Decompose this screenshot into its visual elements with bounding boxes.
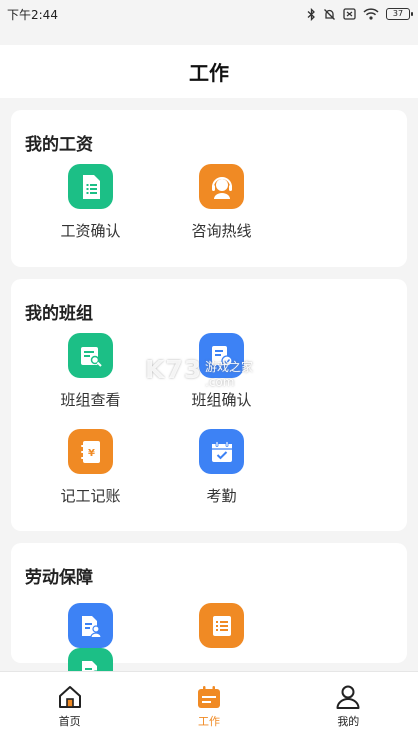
section-grid: 班组查看 班组确认 ¥ 记工记账 考勤 — [25, 325, 393, 531]
labor-item-2-button[interactable] — [156, 603, 287, 648]
team-confirm-button[interactable]: 班组确认 — [156, 333, 287, 410]
section-my-team: 我的班组 班组查看 班组确认 ¥ 记工记账 考勤 — [11, 279, 407, 531]
battery-level: 37 — [392, 9, 404, 18]
calendar-icon — [197, 686, 220, 708]
section-grid: ¥ — [25, 589, 393, 671]
home-icon — [58, 686, 81, 708]
item-label: 考勤 — [206, 487, 237, 505]
view-document-icon — [68, 333, 113, 378]
section-my-salary: 我的工资 工资确认 咨询热线 — [11, 110, 407, 267]
headset-icon — [199, 164, 244, 209]
item-label: 记工记账 — [60, 487, 121, 505]
item-label: 工资确认 — [60, 222, 121, 240]
list-icon — [199, 603, 244, 648]
calendar-check-icon — [199, 429, 244, 474]
section-title: 劳动保障 — [25, 568, 93, 588]
nav-home[interactable]: 首页 — [20, 684, 120, 729]
mute-bell-icon — [324, 8, 335, 20]
labor-item-3-button[interactable]: ¥ — [25, 648, 156, 671]
hotline-button[interactable]: 咨询热线 — [156, 164, 287, 241]
status-icons: 37 — [307, 7, 413, 21]
svg-text:¥: ¥ — [88, 448, 95, 459]
document-person-icon — [68, 603, 113, 648]
bluetooth-icon — [307, 7, 315, 21]
page-title: 工作 — [189, 61, 229, 85]
user-icon — [336, 685, 360, 709]
document-money-icon: ¥ — [68, 648, 113, 671]
status-bar: 下午2:44 37 — [0, 0, 418, 28]
attendance-button[interactable]: 考勤 — [156, 429, 287, 506]
section-title: 我的班组 — [25, 304, 93, 324]
work-ledger-button[interactable]: ¥ 记工记账 — [25, 429, 156, 506]
nav-label: 我的 — [337, 715, 360, 728]
status-gap — [0, 28, 418, 45]
salary-confirm-button[interactable]: 工资确认 — [25, 164, 156, 241]
item-label: 班组查看 — [60, 391, 121, 409]
item-label: 班组确认 — [191, 391, 252, 409]
section-grid: 工资确认 咨询热线 — [25, 156, 393, 267]
confirm-document-icon — [199, 333, 244, 378]
page-title-bar: 工作 — [0, 45, 418, 98]
nav-mine[interactable]: 我的 — [298, 684, 398, 729]
work-content[interactable]: 我的工资 工资确认 咨询热线 我的班组 班组查看 班组确认 ¥ 记工记账 考勤 … — [0, 98, 418, 671]
labor-item-1-button[interactable] — [25, 603, 156, 648]
bottom-nav: 首页 工作 我的 — [0, 671, 418, 750]
status-time: 下午2:44 — [7, 7, 58, 22]
battery-icon: 37 — [386, 8, 413, 20]
wifi-icon — [363, 8, 379, 20]
nav-label: 首页 — [58, 715, 81, 728]
sim-off-icon — [343, 8, 356, 20]
document-list-icon — [68, 164, 113, 209]
nav-work[interactable]: 工作 — [159, 684, 259, 729]
ledger-icon: ¥ — [68, 429, 113, 474]
team-view-button[interactable]: 班组查看 — [25, 333, 156, 410]
nav-label: 工作 — [197, 715, 220, 728]
item-label: 咨询热线 — [191, 222, 252, 240]
section-labor-protection: 劳动保障 — [11, 543, 407, 671]
section-title: 我的工资 — [25, 135, 93, 155]
